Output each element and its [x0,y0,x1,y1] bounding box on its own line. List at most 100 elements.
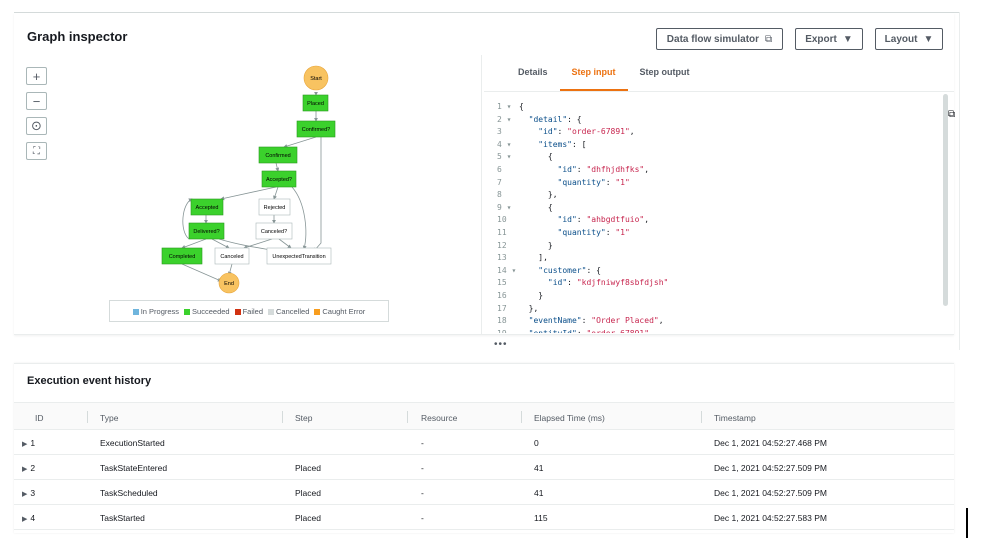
expand-row-icon[interactable]: ▶ [22,441,27,448]
node-accepted-label: Accepted [196,205,219,211]
data-flow-simulator-button[interactable]: Data flow simulator ⧉ [656,28,783,50]
cell-resource: - [421,438,424,448]
export-label: Export [805,33,837,45]
line-number: 7 [497,177,502,187]
column-header-elapsed-time[interactable]: Elapsed Time (ms) [534,413,605,423]
inspector-tabs: Details Step input Step output [506,57,702,91]
cell-timestamp: Dec 1, 2021 04:52:27.468 PM [714,438,827,448]
node-confirmed-choice-label: Confirmed? [302,127,330,133]
node-delivered-choice-label: Delivered? [193,229,219,235]
node-canceled[interactable]: Canceled [214,247,250,265]
table-row[interactable]: ▶ 4 TaskStarted Placed - 115 Dec 1, 2021 04:52… [14,505,954,530]
data-flow-simulator-label: Data flow simulator [666,33,760,45]
history-table-header: ID Type Step Resource Elapsed Time (ms) … [14,402,954,430]
expand-row-icon[interactable]: ▶ [22,516,27,523]
node-rejected-label: Rejected [264,205,286,211]
line-number: 11 [497,228,507,237]
panel-splitter[interactable] [481,55,482,335]
node-unexpected-transition-label: UnexpectedTransition [272,254,325,260]
right-divider [959,12,960,350]
resize-handle-icon[interactable]: ••• [494,339,508,350]
line-number: 5 ▾ [497,152,512,162]
column-header-step[interactable]: Step [295,413,313,423]
column-header-resource[interactable]: Resource [421,413,457,423]
code-line: 19 "entityId": "order-67891" [485,328,649,333]
caret-down-icon: ▼ [842,33,853,45]
node-canceled-choice[interactable]: Canceled? [255,222,293,240]
cell-type: TaskStarted [100,513,145,523]
export-button[interactable]: Export ▼ [795,28,863,50]
node-rejected[interactable]: Rejected [258,198,291,216]
column-divider [87,411,88,423]
code-line: 9 ▾ { [485,202,553,214]
copy-icon[interactable]: ⧉ [948,109,955,120]
legend-item-in-progress: In Progress [132,307,179,316]
legend-item-cancelled: Cancelled [268,307,309,316]
line-number: 18 [497,316,507,326]
cell-elapsed: 41 [534,488,544,498]
expand-row-icon[interactable]: ▶ [22,491,27,498]
line-number: 12 [497,240,507,250]
cell-timestamp: Dec 1, 2021 04:52:27.509 PM [714,488,827,498]
node-unexpected-transition[interactable]: UnexpectedTransition [266,247,332,265]
cell-type: ExecutionStarted [100,438,165,448]
column-header-type[interactable]: Type [100,413,118,423]
code-scrollbar[interactable] [943,94,948,306]
column-header-id[interactable]: ID [35,413,44,423]
column-divider [521,411,522,423]
line-number: 1 ▾ [497,102,512,111]
code-line: 1 ▾{ [485,101,524,113]
node-accepted[interactable]: Accepted [190,198,224,216]
cell-timestamp: Dec 1, 2021 04:52:27.583 PM [714,513,827,523]
legend-swatch [314,308,321,315]
cell-step: Placed [295,463,321,473]
node-placed[interactable]: Placed [302,94,329,112]
table-row[interactable]: ▶ 1 ExecutionStarted - 0 Dec 1, 2021 04:52:27… [14,430,954,455]
code-line: 5 ▾ { [485,151,553,163]
node-accepted-choice-label: Accepted? [266,177,292,183]
code-line: 3 "id": "order-67891", [485,126,635,138]
line-number: 10 [497,215,507,225]
cell-elapsed: 0 [534,438,539,448]
tab-details[interactable]: Details [506,57,560,91]
node-completed-label: Completed [169,254,196,260]
legend-item-caught-error: Caught Error [314,307,365,316]
column-header-timestamp[interactable]: Timestamp [714,413,756,423]
node-canceled-choice-label: Canceled? [261,229,287,235]
node-end[interactable]: End [218,272,240,294]
cell-id: ▶ 1 [22,438,36,448]
legend-swatch [268,308,275,315]
legend-item-succeeded: Succeeded [184,307,230,316]
node-confirmed[interactable]: Confirmed [258,146,298,164]
tab-step-input[interactable]: Step input [559,57,628,91]
tab-step-output[interactable]: Step output [628,57,702,91]
node-start[interactable]: Start [303,65,329,91]
table-row[interactable]: ▶ 3 TaskScheduled Placed - 41 Dec 1, 2021 04:5… [14,480,954,505]
column-divider [282,411,283,423]
table-row[interactable]: ▶ 2 TaskStateEntered Placed - 41 Dec 1, 2021 0… [14,455,954,480]
node-confirmed-choice[interactable]: Confirmed? [296,120,336,138]
line-number: 3 [497,127,502,137]
code-line: 18 "eventName": "Order Placed", [485,315,664,327]
node-placed-label: Placed [307,101,324,107]
cell-elapsed: 115 [534,513,548,523]
code-line: 7 "quantity": "1" [485,177,630,189]
node-completed[interactable]: Completed [161,247,203,265]
node-accepted-choice[interactable]: Accepted? [261,170,297,188]
line-number: 15 [497,278,507,288]
node-confirmed-label: Confirmed [265,153,290,159]
step-input-code-viewer[interactable]: 1 ▾{2 ▾ "detail": {3 "id": "order-67891"… [485,95,950,333]
code-line: 14 ▾ "customer": { [485,265,601,277]
caret-down-icon: ▼ [923,33,934,45]
line-number: 9 ▾ [497,202,512,212]
layout-button[interactable]: Layout ▼ [875,28,943,50]
line-number: 14 ▾ [497,265,517,275]
node-delivered-choice[interactable]: Delivered? [188,222,225,240]
node-end-label: End [224,281,234,287]
column-divider [407,411,408,423]
code-line: 11 "quantity": "1" [485,227,630,239]
state-machine-graph: Start Placed Confirmed? Confirmed Accept… [161,65,336,294]
expand-row-icon[interactable]: ▶ [22,466,27,473]
line-number: 2 ▾ [497,114,512,124]
code-line: 13 ], [485,252,548,264]
